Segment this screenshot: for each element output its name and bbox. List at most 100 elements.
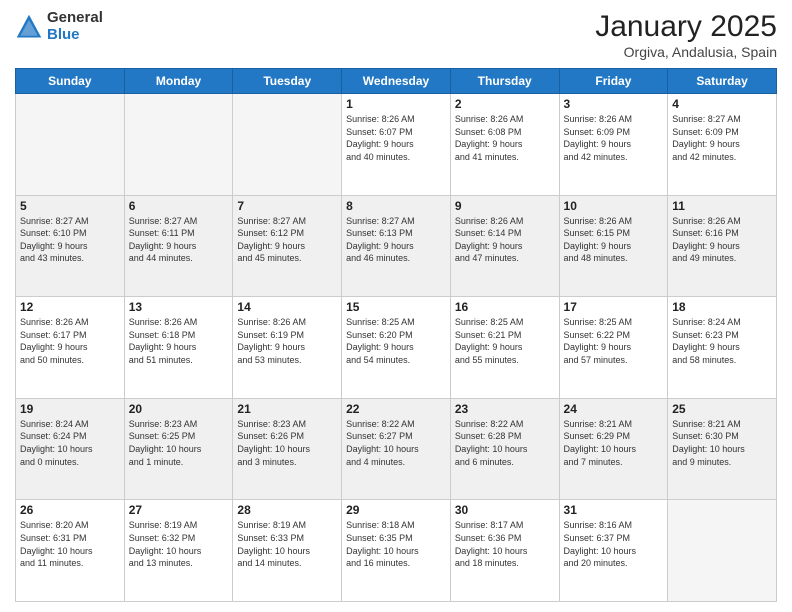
calendar-cell: 18 Sunrise: 8:24 AM Sunset: 6:23 PM Dayli…	[668, 297, 777, 399]
calendar-cell: 25 Sunrise: 8:21 AM Sunset: 6:30 PM Dayli…	[668, 398, 777, 500]
col-friday: Friday	[559, 69, 668, 94]
calendar-cell: 10Sunrise: 8:26 AM Sunset: 6:15 PM Dayli…	[559, 195, 668, 297]
day-info: Sunrise: 8:21 AM Sunset: 6:29 PM Dayligh…	[564, 418, 664, 468]
day-number: 12	[20, 300, 120, 314]
day-info: Sunrise: 8:25 AM Sunset: 6:20 PM Dayligh…	[346, 316, 446, 366]
day-info: Sunrise: 8:16 AM Sunset: 6:37 PM Dayligh…	[564, 519, 664, 569]
calendar-page: General Blue January 2025 Orgiva, Andalu…	[0, 0, 792, 612]
day-info: Sunrise: 8:26 AM Sunset: 6:08 PM Dayligh…	[455, 113, 555, 163]
calendar-cell	[124, 94, 233, 196]
calendar-cell: 7Sunrise: 8:27 AM Sunset: 6:12 PM Daylig…	[233, 195, 342, 297]
col-wednesday: Wednesday	[342, 69, 451, 94]
day-number: 27	[129, 503, 229, 517]
day-info: Sunrise: 8:21 AM Sunset: 6:30 PM Dayligh…	[672, 418, 772, 468]
day-info: Sunrise: 8:19 AM Sunset: 6:32 PM Dayligh…	[129, 519, 229, 569]
day-number: 30	[455, 503, 555, 517]
calendar-cell: 6 Sunrise: 8:27 AM Sunset: 6:11 PM Daylig…	[124, 195, 233, 297]
day-info: Sunrise: 8:19 AM Sunset: 6:33 PM Dayligh…	[237, 519, 337, 569]
calendar-cell: 23 Sunrise: 8:22 AM Sunset: 6:28 PM Dayli…	[450, 398, 559, 500]
calendar-week-5: 26Sunrise: 8:20 AM Sunset: 6:31 PM Dayli…	[16, 500, 777, 602]
calendar-cell	[233, 94, 342, 196]
day-info: Sunrise: 8:26 AM Sunset: 6:16 PM Dayligh…	[672, 215, 772, 265]
calendar-cell: 3Sunrise: 8:26 AM Sunset: 6:09 PM Daylig…	[559, 94, 668, 196]
logo-text: General Blue	[47, 10, 103, 43]
day-number: 20	[129, 402, 229, 416]
day-info: Sunrise: 8:24 AM Sunset: 6:24 PM Dayligh…	[20, 418, 120, 468]
day-info: Sunrise: 8:27 AM Sunset: 6:12 PM Dayligh…	[237, 215, 337, 265]
day-info: Sunrise: 8:23 AM Sunset: 6:26 PM Dayligh…	[237, 418, 337, 468]
calendar-cell: 22 Sunrise: 8:22 AM Sunset: 6:27 PM Dayli…	[342, 398, 451, 500]
day-number: 24	[564, 402, 664, 416]
calendar-cell: 12 Sunrise: 8:26 AM Sunset: 6:17 PM Dayli…	[16, 297, 125, 399]
col-saturday: Saturday	[668, 69, 777, 94]
day-number: 3	[564, 97, 664, 111]
day-number: 29	[346, 503, 446, 517]
calendar-location: Orgiva, Andalusia, Spain	[595, 44, 777, 60]
calendar-title: January 2025	[595, 10, 777, 44]
calendar-cell	[16, 94, 125, 196]
day-number: 11	[672, 199, 772, 213]
calendar-cell: 29 Sunrise: 8:18 AM Sunset: 6:35 PM Dayli…	[342, 500, 451, 602]
day-number: 17	[564, 300, 664, 314]
day-number: 18	[672, 300, 772, 314]
day-number: 22	[346, 402, 446, 416]
day-info: Sunrise: 8:22 AM Sunset: 6:28 PM Dayligh…	[455, 418, 555, 468]
day-info: Sunrise: 8:23 AM Sunset: 6:25 PM Dayligh…	[129, 418, 229, 468]
day-info: Sunrise: 8:27 AM Sunset: 6:13 PM Dayligh…	[346, 215, 446, 265]
day-number: 5	[20, 199, 120, 213]
calendar-cell: 4 Sunrise: 8:27 AM Sunset: 6:09 PM Daylig…	[668, 94, 777, 196]
day-info: Sunrise: 8:27 AM Sunset: 6:09 PM Dayligh…	[672, 113, 772, 163]
calendar-table: Sunday Monday Tuesday Wednesday Thursday…	[15, 68, 777, 602]
day-info: Sunrise: 8:22 AM Sunset: 6:27 PM Dayligh…	[346, 418, 446, 468]
calendar-week-4: 19 Sunrise: 8:24 AM Sunset: 6:24 PM Dayli…	[16, 398, 777, 500]
col-sunday: Sunday	[16, 69, 125, 94]
day-info: Sunrise: 8:26 AM Sunset: 6:18 PM Dayligh…	[129, 316, 229, 366]
day-number: 23	[455, 402, 555, 416]
day-info: Sunrise: 8:18 AM Sunset: 6:35 PM Dayligh…	[346, 519, 446, 569]
calendar-cell: 30Sunrise: 8:17 AM Sunset: 6:36 PM Dayli…	[450, 500, 559, 602]
day-info: Sunrise: 8:26 AM Sunset: 6:07 PM Dayligh…	[346, 113, 446, 163]
day-number: 4	[672, 97, 772, 111]
logo-icon	[15, 13, 43, 41]
calendar-cell: 24 Sunrise: 8:21 AM Sunset: 6:29 PM Dayli…	[559, 398, 668, 500]
calendar-cell: 1 Sunrise: 8:26 AM Sunset: 6:07 PM Daylig…	[342, 94, 451, 196]
calendar-cell: 27 Sunrise: 8:19 AM Sunset: 6:32 PM Dayli…	[124, 500, 233, 602]
day-number: 2	[455, 97, 555, 111]
day-number: 15	[346, 300, 446, 314]
day-number: 1	[346, 97, 446, 111]
day-info: Sunrise: 8:27 AM Sunset: 6:10 PM Dayligh…	[20, 215, 120, 265]
calendar-cell: 5 Sunrise: 8:27 AM Sunset: 6:10 PM Daylig…	[16, 195, 125, 297]
calendar-cell: 26Sunrise: 8:20 AM Sunset: 6:31 PM Dayli…	[16, 500, 125, 602]
day-number: 10	[564, 199, 664, 213]
day-number: 25	[672, 402, 772, 416]
col-tuesday: Tuesday	[233, 69, 342, 94]
title-block: January 2025 Orgiva, Andalusia, Spain	[595, 10, 777, 60]
logo-general-label: General	[47, 10, 103, 27]
day-info: Sunrise: 8:26 AM Sunset: 6:17 PM Dayligh…	[20, 316, 120, 366]
calendar-cell: 19 Sunrise: 8:24 AM Sunset: 6:24 PM Dayli…	[16, 398, 125, 500]
day-info: Sunrise: 8:26 AM Sunset: 6:14 PM Dayligh…	[455, 215, 555, 265]
header: General Blue January 2025 Orgiva, Andalu…	[15, 10, 777, 60]
logo: General Blue	[15, 10, 103, 43]
calendar-cell: 14Sunrise: 8:26 AM Sunset: 6:19 PM Dayli…	[233, 297, 342, 399]
calendar-cell: 15 Sunrise: 8:25 AM Sunset: 6:20 PM Dayli…	[342, 297, 451, 399]
calendar-cell: 2 Sunrise: 8:26 AM Sunset: 6:08 PM Daylig…	[450, 94, 559, 196]
day-info: Sunrise: 8:27 AM Sunset: 6:11 PM Dayligh…	[129, 215, 229, 265]
col-monday: Monday	[124, 69, 233, 94]
day-info: Sunrise: 8:26 AM Sunset: 6:19 PM Dayligh…	[237, 316, 337, 366]
calendar-cell: 17 Sunrise: 8:25 AM Sunset: 6:22 PM Dayli…	[559, 297, 668, 399]
day-number: 19	[20, 402, 120, 416]
day-number: 16	[455, 300, 555, 314]
calendar-cell: 13 Sunrise: 8:26 AM Sunset: 6:18 PM Dayli…	[124, 297, 233, 399]
day-number: 26	[20, 503, 120, 517]
day-number: 13	[129, 300, 229, 314]
day-number: 9	[455, 199, 555, 213]
day-number: 6	[129, 199, 229, 213]
calendar-week-3: 12 Sunrise: 8:26 AM Sunset: 6:17 PM Dayli…	[16, 297, 777, 399]
calendar-week-2: 5 Sunrise: 8:27 AM Sunset: 6:10 PM Daylig…	[16, 195, 777, 297]
day-info: Sunrise: 8:24 AM Sunset: 6:23 PM Dayligh…	[672, 316, 772, 366]
day-number: 21	[237, 402, 337, 416]
logo-blue-label: Blue	[47, 27, 103, 44]
calendar-cell: 21 Sunrise: 8:23 AM Sunset: 6:26 PM Dayli…	[233, 398, 342, 500]
day-info: Sunrise: 8:25 AM Sunset: 6:22 PM Dayligh…	[564, 316, 664, 366]
